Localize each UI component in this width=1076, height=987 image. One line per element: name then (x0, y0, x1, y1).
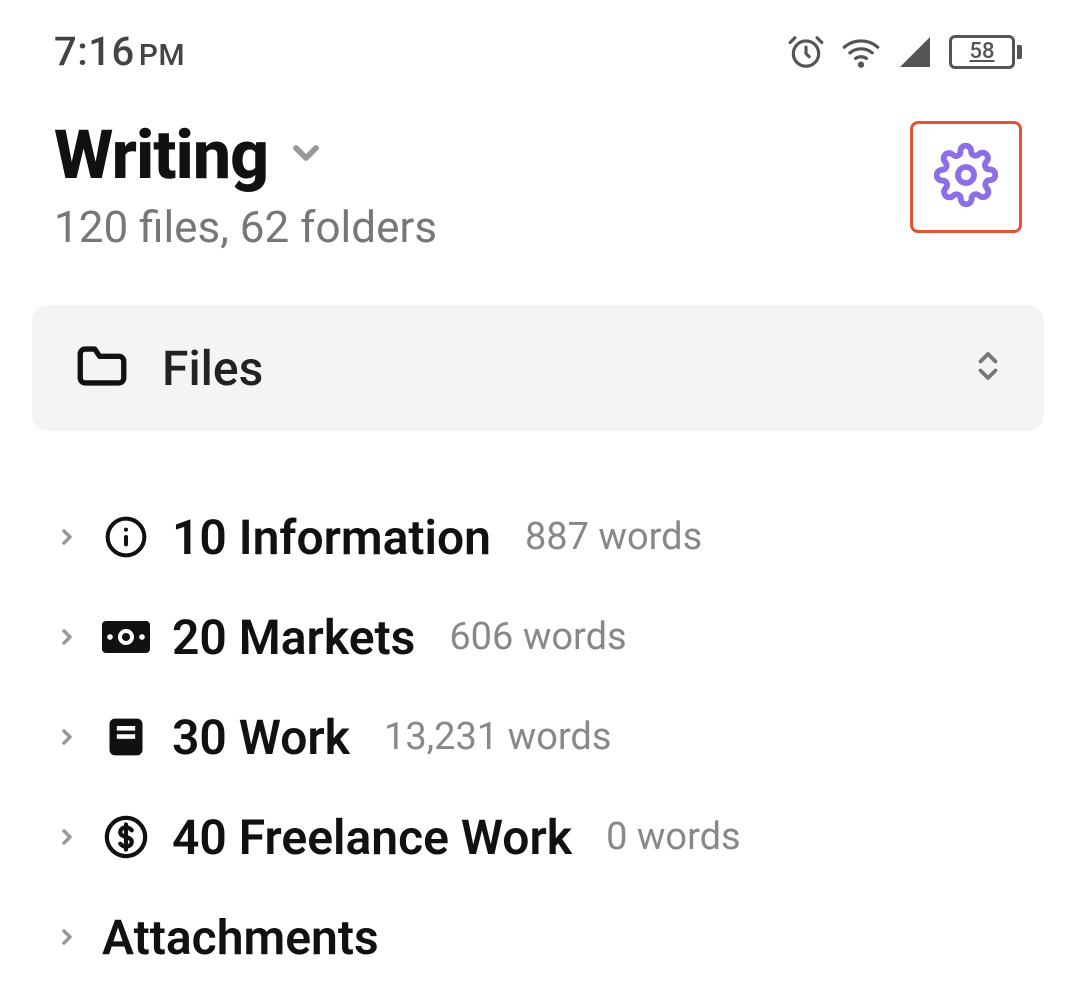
folder-name: 40 Freelance Work (172, 809, 572, 866)
battery-icon: 58 (949, 35, 1022, 69)
folder-meta: 887 words (525, 515, 702, 559)
header: Writing 120 files, 62 folders (0, 85, 1076, 253)
folder-item[interactable]: Attachments (54, 887, 1022, 987)
status-time-ampm: PM (139, 38, 185, 73)
folder-name: 10 Information (172, 509, 491, 566)
expand-toggle[interactable] (54, 625, 80, 649)
alarm-icon (787, 33, 825, 71)
title-group: Writing 120 files, 62 folders (54, 115, 437, 253)
vault-subtitle: 120 files, 62 folders (54, 201, 437, 253)
battery-level: 58 (969, 39, 994, 64)
folder-name: 20 Markets (172, 609, 415, 666)
money-icon (102, 620, 150, 654)
vault-switcher[interactable]: Writing (54, 115, 437, 195)
folder-meta: 13,231 words (384, 715, 611, 759)
book-icon (102, 713, 150, 761)
view-selector-label: Files (162, 340, 970, 397)
status-bar: 7:16PM 58 (0, 0, 1076, 85)
folder-item[interactable]: 40 Freelance Work 0 words (54, 787, 1022, 887)
view-selector[interactable]: Files (32, 305, 1044, 431)
chevron-down-icon (286, 133, 326, 177)
expand-toggle[interactable] (54, 925, 80, 949)
wifi-icon (841, 33, 881, 71)
folder-item[interactable]: 30 Work 13,231 words (54, 687, 1022, 787)
folder-meta: 0 words (606, 815, 741, 859)
signal-icon (897, 34, 933, 70)
status-time-value: 7:16 (54, 28, 135, 75)
status-time: 7:16PM (54, 28, 185, 75)
dollar-circle-icon (102, 814, 150, 860)
vault-title: Writing (54, 115, 268, 195)
gear-icon (934, 143, 998, 211)
folder-item[interactable]: 20 Markets 606 words (54, 587, 1022, 687)
expand-toggle[interactable] (54, 825, 80, 849)
folder-name: Attachments (102, 909, 379, 966)
status-icons: 58 (787, 33, 1022, 71)
folder-icon (70, 337, 134, 399)
folder-item[interactable]: 10 Information 887 words (54, 487, 1022, 587)
settings-button[interactable] (910, 121, 1022, 233)
expand-toggle[interactable] (54, 525, 80, 549)
info-icon (102, 515, 150, 559)
chevron-up-down-icon (970, 342, 1006, 394)
expand-toggle[interactable] (54, 725, 80, 749)
folder-list: 10 Information 887 words 20 Markets 606 … (0, 431, 1076, 987)
folder-meta: 606 words (449, 615, 626, 659)
folder-name: 30 Work (172, 709, 350, 766)
